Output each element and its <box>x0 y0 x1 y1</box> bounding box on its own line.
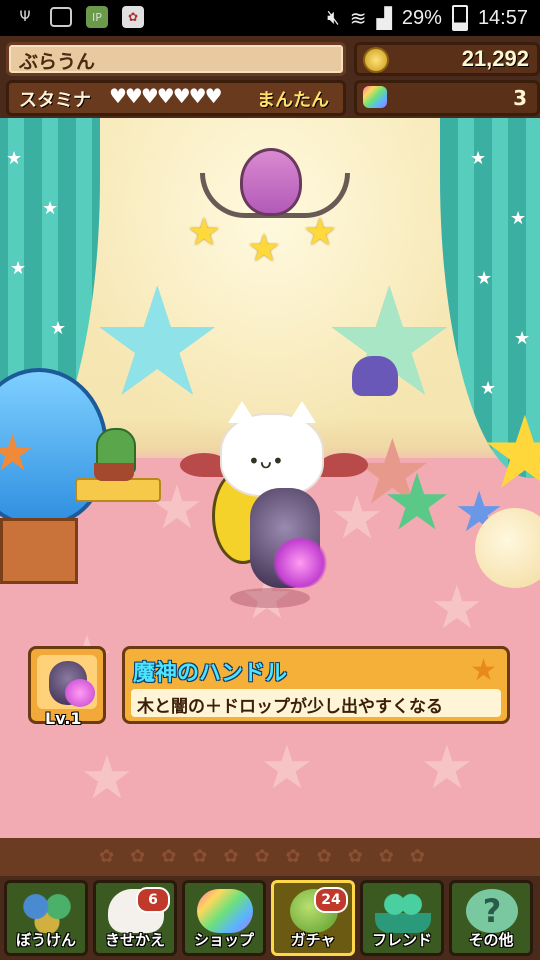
nav-other-label: その他 <box>468 931 514 949</box>
curtain-star: ★ <box>50 318 67 339</box>
curtain-star: ★ <box>470 148 487 169</box>
ip-icon: IP <box>86 6 108 28</box>
nav-shop[interactable]: ショップ <box>182 880 266 956</box>
chandelier: ★ ★ ★ <box>187 118 350 270</box>
cat-face: •ᴗ• <box>248 449 284 473</box>
photo-icon: ✿ <box>122 6 144 28</box>
bottom-nav: ✿✿✿✿✿✿✿✿✿✿✿ ぼうけん 6 きせかえ ショップ 24 ガチャ フレンド… <box>0 838 540 960</box>
friends-icon <box>375 889 431 933</box>
curtain-star: ★ <box>6 148 23 169</box>
floor-star: ★ <box>260 733 314 803</box>
decor-pot <box>94 463 134 481</box>
game-header: ぶらうん 21,292 スタミナ ♥♥♥♥♥♥♥ まんたん 3 <box>0 36 540 118</box>
mute-icon: 🔇︎ <box>327 6 340 29</box>
curtain-star: ★ <box>42 198 59 219</box>
floor-star: ★ <box>430 573 484 643</box>
chandelier-egg <box>240 148 302 216</box>
cat-ear <box>288 401 316 423</box>
star-icon: ★ <box>247 226 282 270</box>
drops-icon <box>19 889 75 933</box>
player-name: ぶらうん <box>19 51 96 73</box>
nav-shop-label: ショップ <box>193 931 254 949</box>
decor-table <box>75 478 161 502</box>
nav-dressup-label: きせかえ <box>104 931 165 949</box>
decor-star: ★ <box>480 394 540 511</box>
item-description-box: 木と闇の＋ドロップが少し出やすくなる <box>131 689 501 717</box>
dragon-icon <box>352 356 398 396</box>
item-name: 魔神のハンドル <box>133 661 288 686</box>
nav-other[interactable]: ? その他 <box>449 880 533 956</box>
notification-icons: Ψ IP ✿ <box>14 6 144 28</box>
curtain-star: ★ <box>476 268 493 289</box>
battery-icon <box>451 5 468 31</box>
star-icon: ★ <box>303 210 338 254</box>
curtain-star: ★ <box>514 328 531 349</box>
item-level: Lv.1 <box>45 709 82 728</box>
stamina-status: まんたん <box>257 90 329 111</box>
nav-adventure[interactable]: ぼうけん <box>4 880 88 956</box>
wifi-icon: ≋ <box>349 7 367 30</box>
nav-dressup[interactable]: 6 きせかえ <box>93 880 177 956</box>
character-shadow <box>230 588 310 608</box>
flame-icon <box>65 679 95 707</box>
item-card: 魔神のハンドル ★ 木と闇の＋ドロップが少し出やすくなる <box>122 646 510 724</box>
nav-strip: ✿✿✿✿✿✿✿✿✿✿✿ <box>0 838 540 876</box>
decor-star: ★ <box>0 424 35 482</box>
item-info[interactable]: Lv.1 魔神のハンドル ★ 木と闇の＋ドロップが少し出やすくなる <box>28 646 512 728</box>
image-icon <box>50 7 72 27</box>
stamina-label: スタミナ <box>19 90 91 111</box>
nav-adventure-label: ぼうけん <box>15 931 76 949</box>
stamina-panel[interactable]: スタミナ ♥♥♥♥♥♥♥ まんたん <box>6 80 346 116</box>
question-icon: ? <box>466 889 518 933</box>
magic-stone-count: 3 <box>513 86 527 110</box>
status-bar: Ψ IP ✿ 🔇︎ ≋ ▟ 29% 14:57 <box>0 0 540 36</box>
nav-gacha[interactable]: 24 ガチャ <box>271 880 355 956</box>
decor-star: ★ <box>382 458 452 548</box>
nav-friend-label: フレンド <box>371 931 432 949</box>
gem-icon <box>197 889 253 933</box>
coin-icon <box>363 47 389 73</box>
cat-ear <box>228 401 256 423</box>
item-description: 木と闇の＋ドロップが少し出やすくなる <box>137 697 443 717</box>
star-icon: ★ <box>470 653 497 688</box>
magic-stone-icon <box>363 86 387 108</box>
nav-friend[interactable]: フレンド <box>360 880 444 956</box>
nav-dressup-badge: 6 <box>136 887 170 913</box>
item-icon-frame <box>37 655 97 709</box>
nav-gacha-badge: 24 <box>314 887 348 913</box>
clock: 14:57 <box>477 6 528 29</box>
coin-count: 21,292 <box>461 46 529 71</box>
curtain-star: ★ <box>10 258 27 279</box>
stamina-hearts: ♥♥♥♥♥♥♥ <box>109 84 223 108</box>
room-scene[interactable]: ★ ★ ★ ★ ★ ★ ★ ★ ★ ★ ★ ★ ★ ★ ★ ★ ★ ★ ★ ★ … <box>0 118 540 838</box>
item-icon[interactable]: Lv.1 <box>28 646 106 728</box>
decor-crate <box>0 518 78 584</box>
cat-character[interactable]: •ᴗ• <box>220 401 324 497</box>
right-wing <box>320 453 368 477</box>
battery-percent: 29% <box>401 6 442 29</box>
floor-star: ★ <box>80 743 134 813</box>
handle-glow <box>270 538 330 588</box>
star-icon: ★ <box>187 210 222 254</box>
player-name-panel[interactable]: ぶらうん <box>6 42 346 76</box>
signal-icon: ▟ <box>376 7 392 30</box>
usb-icon: Ψ <box>19 9 31 25</box>
nav-gacha-label: ガチャ <box>290 931 336 949</box>
floor-star: ★ <box>420 733 474 803</box>
magic-stone-panel[interactable]: 3 <box>354 80 540 116</box>
coin-panel[interactable]: 21,292 <box>354 42 540 76</box>
paw-pattern: ✿✿✿✿✿✿✿✿✿✿✿ <box>99 846 441 867</box>
curtain-star: ★ <box>510 208 527 229</box>
wall-star-window: ★ <box>90 256 225 430</box>
system-status: 🔇︎ ≋ ▟ 29% 14:57 <box>327 5 528 31</box>
